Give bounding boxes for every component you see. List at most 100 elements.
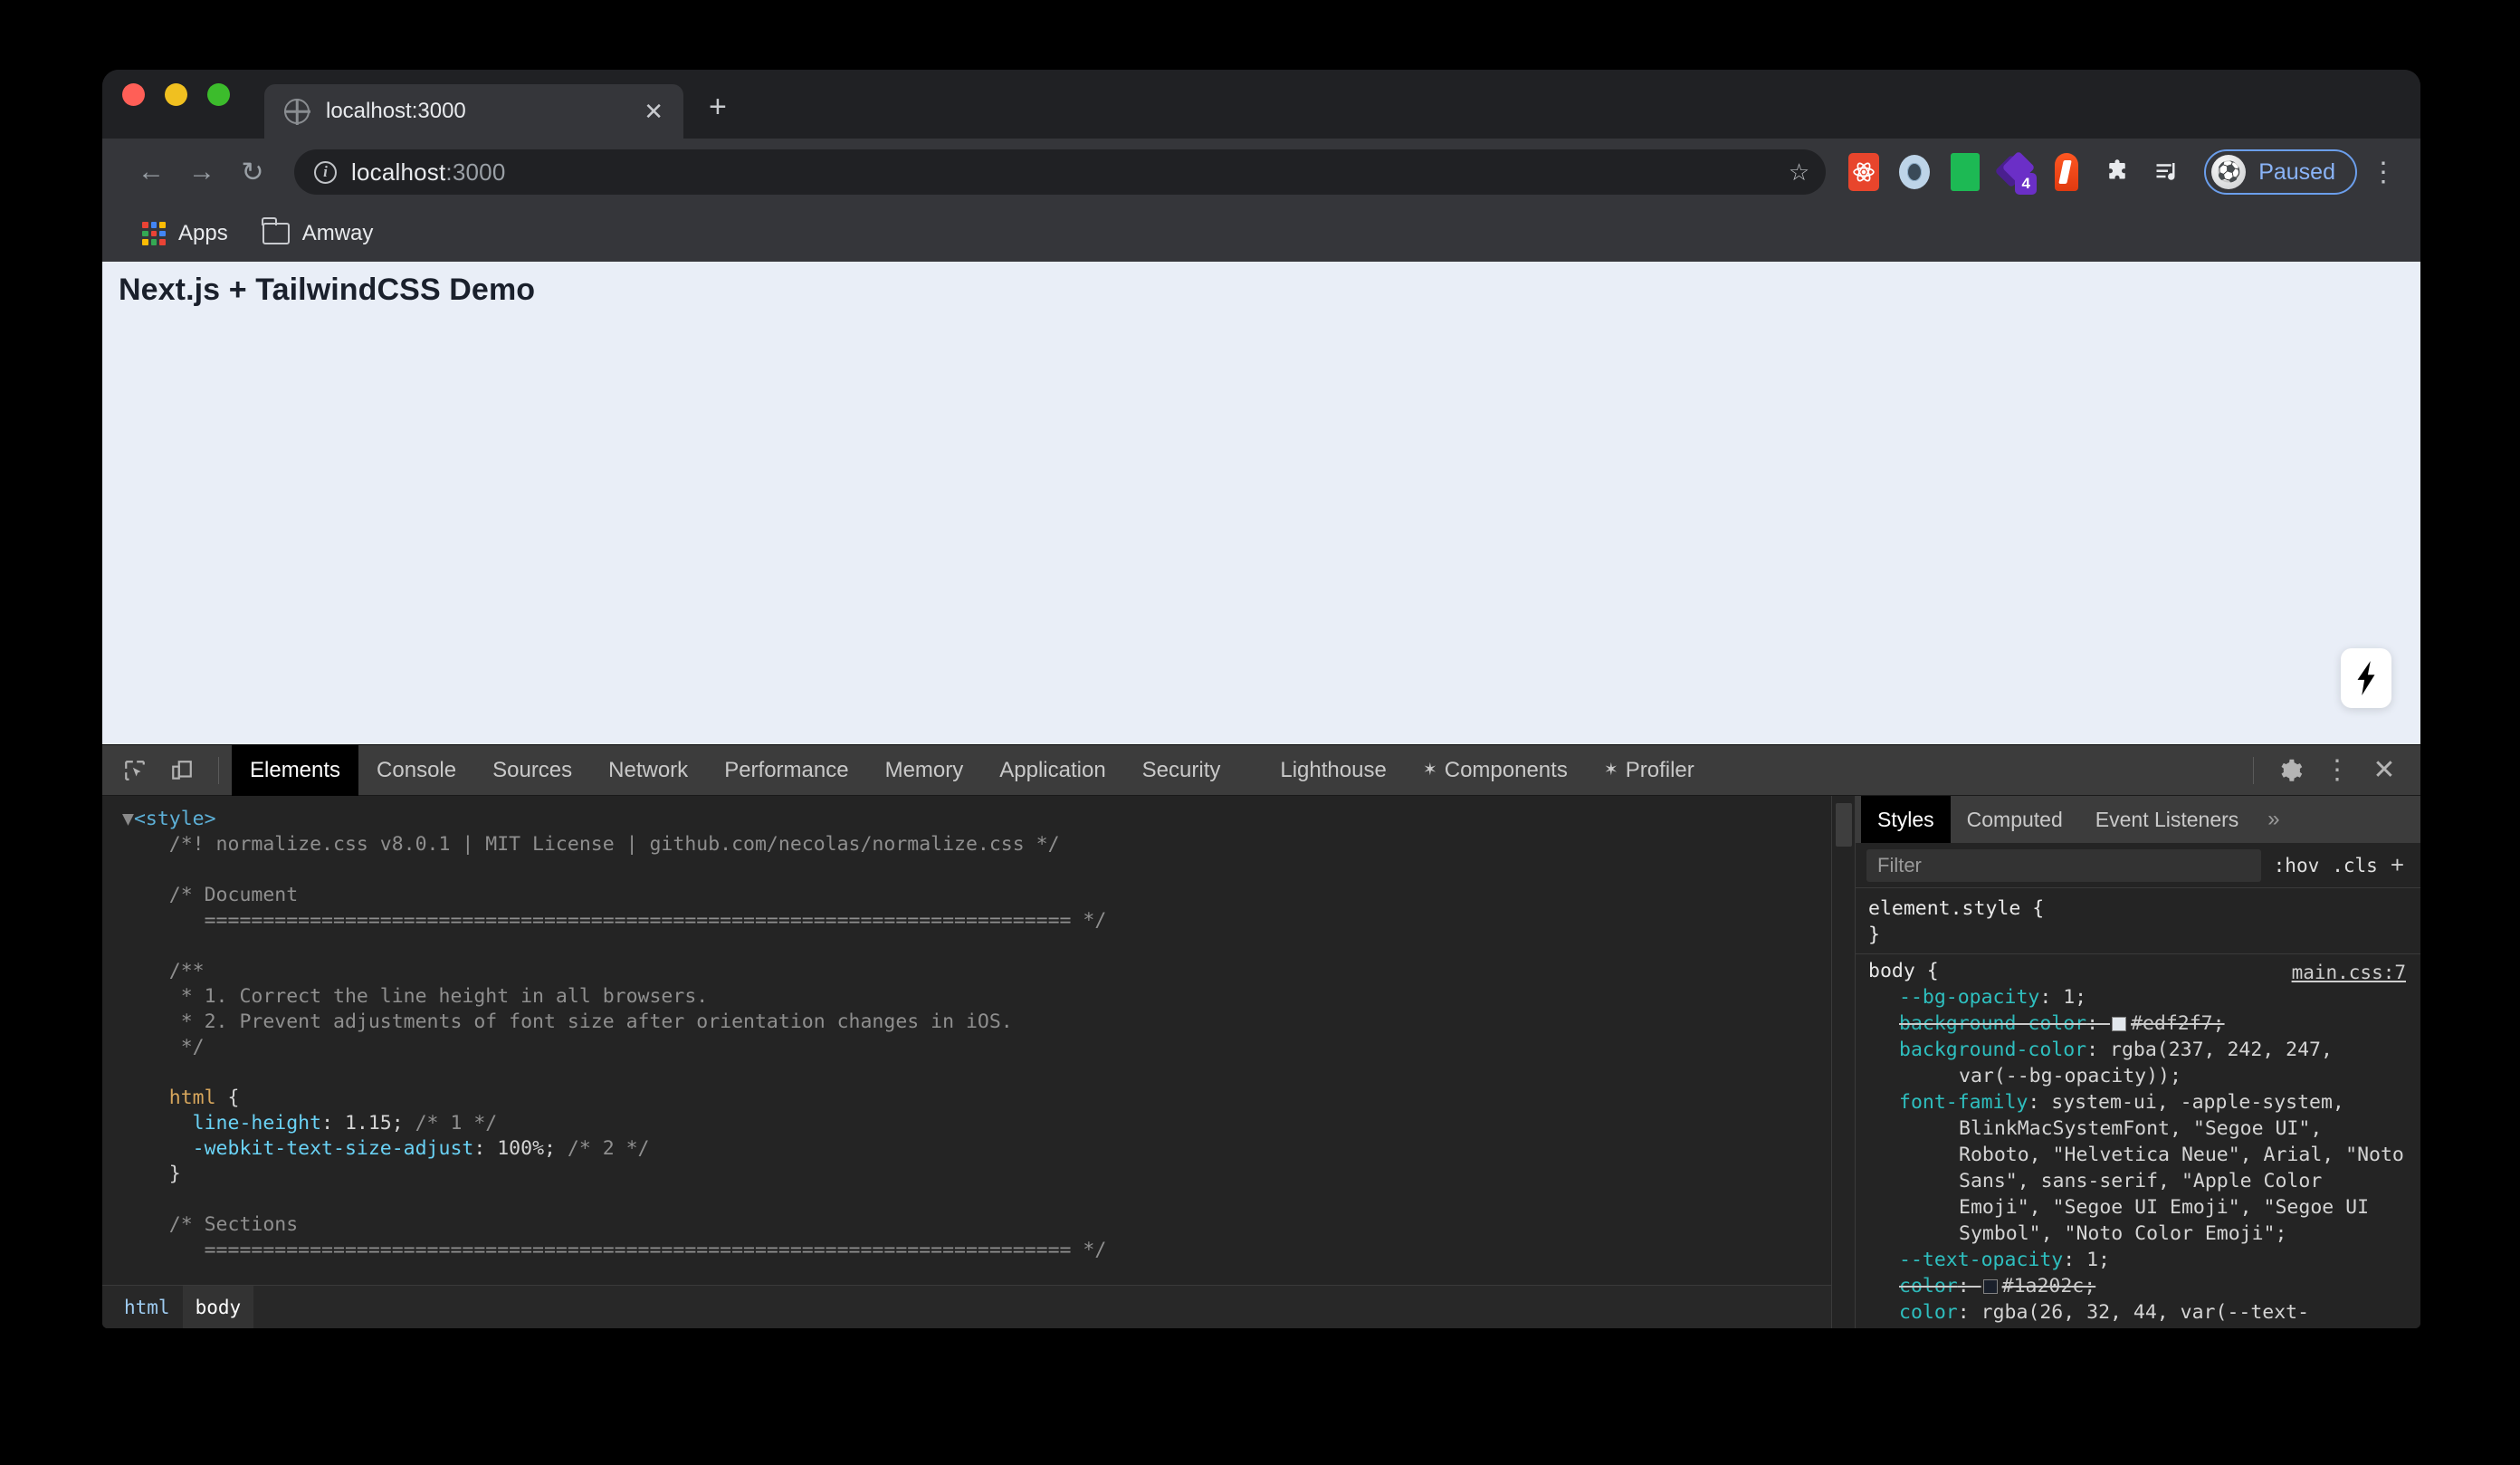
tab-elements[interactable]: Elements [232, 745, 358, 796]
tab-styles[interactable]: Styles [1861, 796, 1951, 843]
apps-shortcut[interactable]: Apps [133, 215, 237, 252]
inspect-element-icon[interactable] [114, 750, 156, 791]
close-icon[interactable]: ✕ [644, 100, 663, 123]
bookmark-label: Apps [178, 221, 228, 246]
devtools-body: ▼<style> /*! normalize.css v8.0.1 | MIT … [102, 796, 2420, 1328]
declaration[interactable]: --bg-opacity: 1; [1868, 984, 2408, 1010]
browser-menu-icon[interactable]: ⋮ [2370, 163, 2397, 182]
code-line [122, 1188, 134, 1211]
color-swatch[interactable] [2112, 1017, 2126, 1031]
bookmarks-bar: Apps Amway [102, 206, 2420, 262]
devtools-scrollbar[interactable] [1831, 796, 1855, 1328]
tab-network[interactable]: Network [590, 745, 706, 796]
code-line: /*! normalize.css v8.0.1 | MIT License |… [122, 833, 1060, 856]
devtools-panel: Elements Console Sources Network Perform… [102, 744, 2420, 1328]
close-window-button[interactable] [122, 83, 145, 106]
code-line: -webkit-text-size-adjust: 100%; /* 2 */ [122, 1137, 650, 1160]
toolbar-divider [218, 757, 219, 784]
declaration[interactable]: font-family: system-ui, -apple-system,Bl… [1868, 1089, 2408, 1247]
code-line: ========================================… [122, 909, 1106, 932]
code-line: */ [122, 1036, 205, 1058]
devtools-tabbar: Elements Console Sources Network Perform… [102, 745, 2420, 796]
rule-body[interactable]: body { main.css:7 --bg-opacity: 1; backg… [1856, 954, 2420, 1328]
close-devtools-icon[interactable]: ✕ [2363, 750, 2405, 791]
page-viewport: Next.js + TailwindCSS Demo [102, 262, 2420, 744]
forward-button[interactable]: → [177, 147, 227, 197]
filter-input[interactable] [1866, 849, 2261, 882]
rule-element-style[interactable]: element.style { } [1856, 892, 2420, 954]
react-devtools-extension-icon[interactable] [1844, 152, 1884, 192]
expand-caret-icon[interactable]: ▼ [122, 808, 134, 830]
new-style-rule-button[interactable]: + [2391, 851, 2410, 879]
url-host: localhost [351, 158, 445, 186]
breadcrumb-html[interactable]: html [111, 1286, 183, 1329]
tab-lighthouse[interactable]: Lighthouse [1262, 745, 1404, 796]
cls-toggle[interactable]: .cls [2332, 855, 2378, 876]
site-info-icon[interactable]: i [314, 161, 337, 184]
bookmark-label: Amway [302, 221, 374, 246]
elements-source-code[interactable]: ▼<style> /*! normalize.css v8.0.1 | MIT … [102, 796, 1831, 1285]
declaration-overridden[interactable]: background-color: #edf2f7; [1868, 1010, 2408, 1037]
breadcrumb-body[interactable]: body [183, 1286, 254, 1329]
elements-tree-pane: ▼<style> /*! normalize.css v8.0.1 | MIT … [102, 796, 1831, 1328]
tab-application[interactable]: Application [981, 745, 1123, 796]
declaration-overridden[interactable]: color: #1a202c; [1868, 1273, 2408, 1299]
globe-icon [284, 99, 310, 124]
devtools-tabbar-right: ⋮ ✕ [2240, 750, 2420, 791]
hov-toggle[interactable]: :hov [2274, 855, 2320, 876]
tab-sources[interactable]: Sources [474, 745, 590, 796]
tab-console[interactable]: Console [358, 745, 474, 796]
declaration[interactable]: color: rgba(26, 32, 44, var(--text-opaci… [1868, 1299, 2408, 1328]
green-square-extension-icon[interactable] [1945, 152, 1985, 192]
maximize-window-button[interactable] [207, 83, 230, 106]
react-icon: ✶ [1423, 760, 1437, 780]
devtools-more-icon[interactable]: ⋮ [2316, 750, 2358, 791]
styles-pane: Styles Computed Event Listeners » :hov .… [1855, 796, 2420, 1328]
purple-diamond-extension-icon[interactable]: 4 [1996, 152, 2036, 192]
code-line: html { [122, 1087, 239, 1109]
tab-performance[interactable]: Performance [706, 745, 866, 796]
bookmark-amway[interactable]: Amway [253, 215, 383, 252]
tab-computed[interactable]: Computed [1951, 796, 2079, 843]
code-line: } [122, 1163, 181, 1185]
style-tag: <style> [134, 808, 216, 830]
browser-tab[interactable]: localhost:3000 ✕ [264, 84, 683, 139]
tab-components[interactable]: ✶Components [1405, 745, 1586, 796]
url-text: localhost:3000 [351, 158, 506, 187]
new-tab-button[interactable]: + [709, 91, 727, 139]
tab-security[interactable]: Security [1124, 745, 1239, 796]
breadcrumb: html body [102, 1285, 1831, 1328]
minimize-window-button[interactable] [165, 83, 187, 106]
tab-profiler[interactable]: ✶Profiler [1586, 745, 1713, 796]
nextjs-dev-indicator[interactable] [2341, 648, 2391, 708]
tab-event-listeners[interactable]: Event Listeners [2079, 796, 2256, 843]
puzzle-icon[interactable] [2097, 152, 2137, 192]
device-toolbar-icon[interactable] [161, 750, 203, 791]
more-tabs-icon[interactable]: » [2255, 807, 2292, 832]
lighthouse-extension-icon[interactable] [2047, 152, 2086, 192]
bookmark-star-icon[interactable]: ☆ [1789, 158, 1809, 187]
rule-source-link[interactable]: main.css:7 [2292, 960, 2406, 986]
color-swatch[interactable] [1983, 1279, 1998, 1294]
ring-extension-icon[interactable] [1895, 152, 1934, 192]
address-bar[interactable]: i localhost:3000 ☆ [294, 149, 1826, 195]
reload-button[interactable]: ↻ [227, 147, 278, 197]
declaration[interactable]: background-color: rgba(237, 242, 247,var… [1868, 1037, 2408, 1089]
declaration[interactable]: --text-opacity: 1; [1868, 1247, 2408, 1273]
tab-memory[interactable]: Memory [867, 745, 982, 796]
avatar: ⚽ [2211, 155, 2246, 189]
react-icon: ✶ [1604, 760, 1618, 780]
code-line: /* Sections [122, 1213, 298, 1236]
playlist-icon[interactable] [2148, 152, 2188, 192]
settings-gear-icon[interactable] [2269, 750, 2311, 791]
profile-status-label: Paused [2258, 159, 2335, 186]
back-button[interactable]: ← [126, 147, 177, 197]
code-line: /* Document [122, 884, 298, 906]
styles-tabbar: Styles Computed Event Listeners » [1856, 796, 2420, 843]
apps-grid-icon [142, 222, 166, 245]
screen-root: localhost:3000 ✕ + ← → ↻ i localhost:300… [0, 0, 2520, 1465]
rule-close-brace: } [1868, 922, 2408, 948]
profile-paused-pill[interactable]: ⚽ Paused [2204, 149, 2357, 195]
code-line: * 1. Correct the line height in all brow… [122, 985, 708, 1008]
extension-badge-count: 4 [2015, 173, 2037, 195]
